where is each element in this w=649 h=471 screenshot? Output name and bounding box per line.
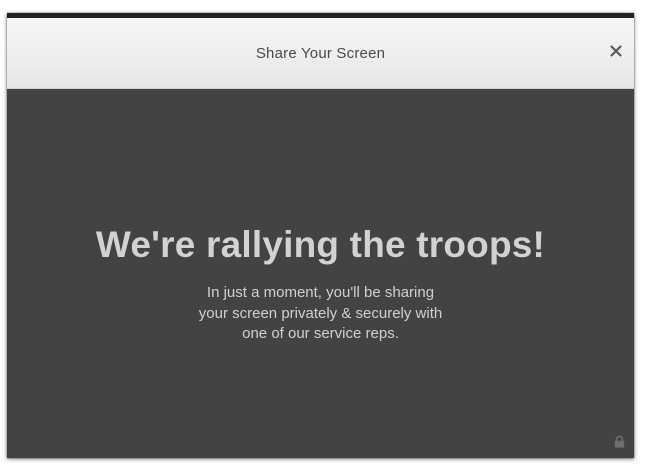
status-message-line: one of our service reps. bbox=[242, 325, 399, 342]
status-message-line: In just a moment, you'll be sharing bbox=[206, 284, 435, 301]
close-button[interactable] bbox=[607, 42, 625, 60]
dialog-title: Share Your Screen bbox=[255, 45, 386, 62]
status-headline: We're rallying the troops! bbox=[95, 224, 546, 265]
dialog-header: Share Your Screen bbox=[7, 18, 634, 89]
status-message-line: your screen privately & securely with bbox=[198, 304, 443, 322]
lock-icon bbox=[614, 435, 625, 448]
dialog-body: We're rallying the troops! In just a mom… bbox=[7, 89, 634, 458]
status-message: In just a moment, you'll be sharing your… bbox=[7, 283, 634, 345]
close-icon bbox=[610, 45, 622, 57]
share-screen-dialog: Share Your Screen We're rallying the tro… bbox=[7, 13, 634, 458]
